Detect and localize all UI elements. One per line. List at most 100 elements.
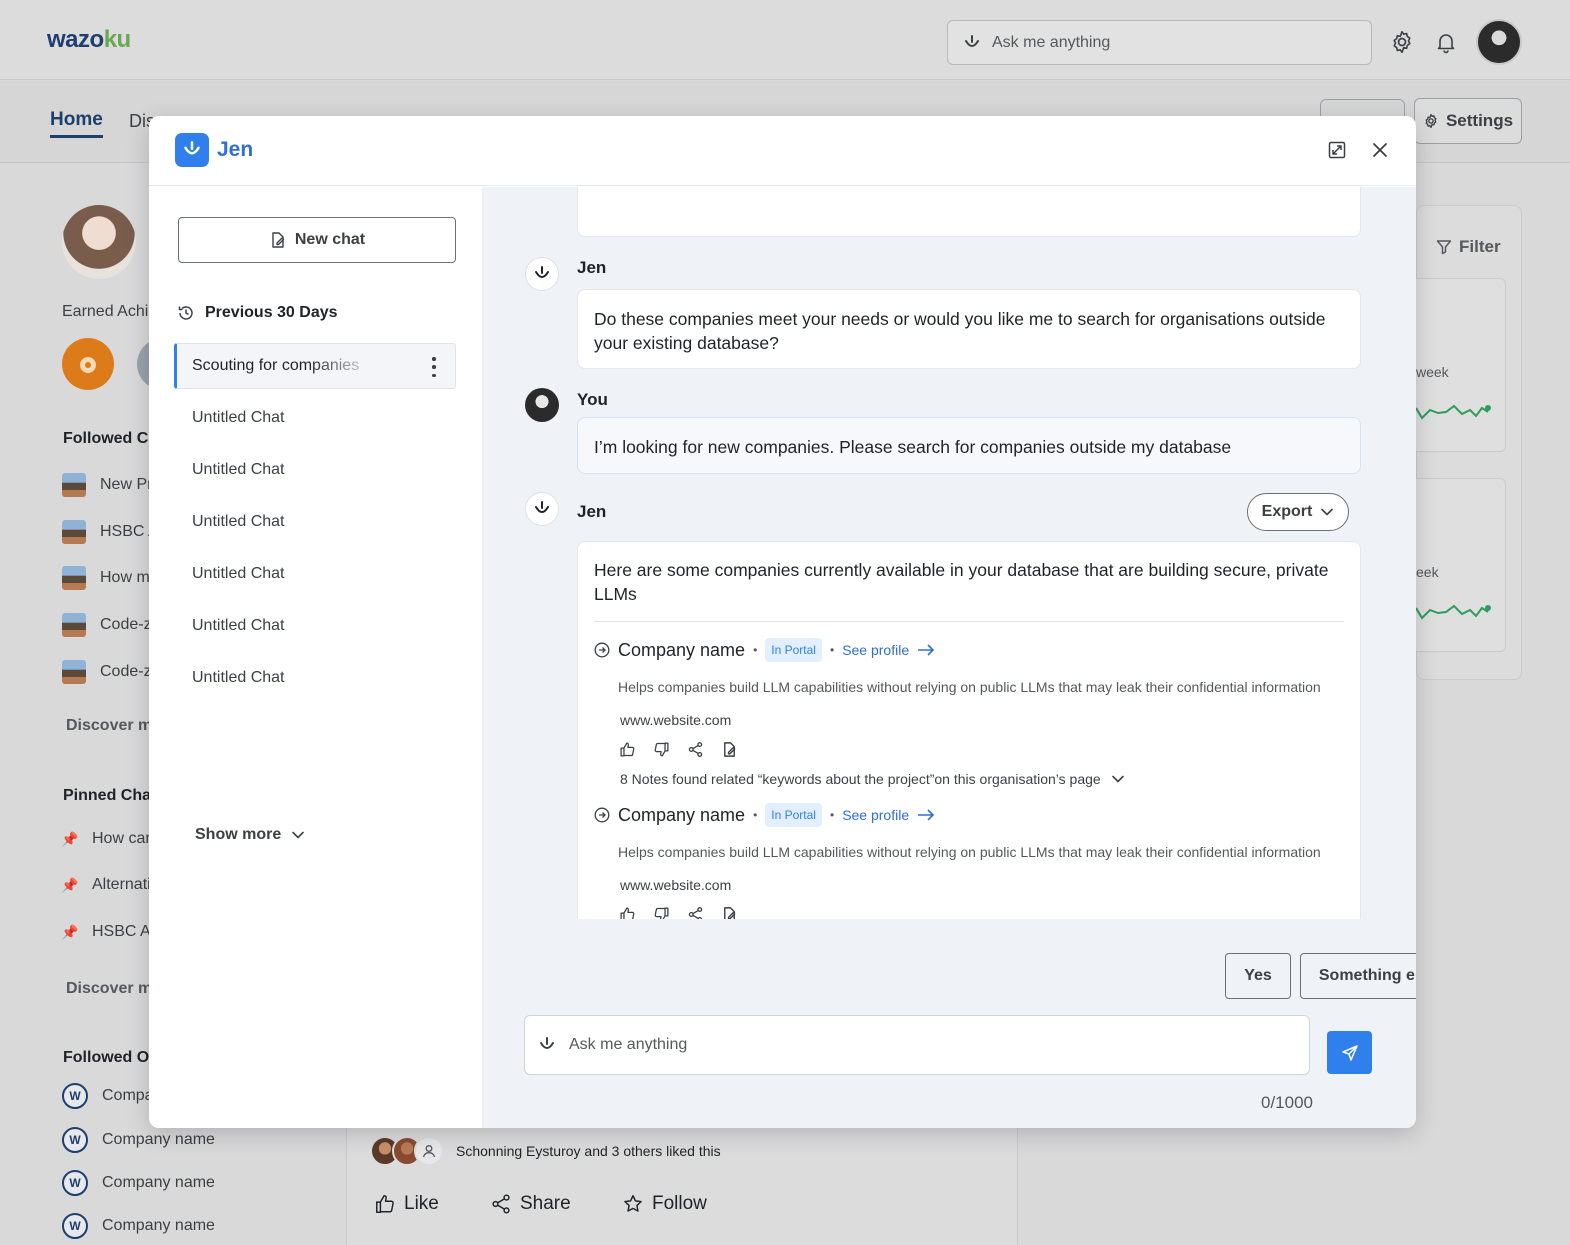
notes-found-toggle[interactable]: 8 Notes found related “keywords about th…	[620, 771, 1125, 787]
share-icon	[492, 1194, 510, 1214]
arrow-right-icon	[918, 809, 935, 821]
quick-reply-something-else[interactable]: Something else	[1300, 953, 1416, 999]
new-chat-icon	[272, 232, 285, 248]
chevron-down-icon	[1321, 508, 1334, 516]
more-options-icon[interactable]	[431, 357, 437, 377]
send-button[interactable]	[1327, 1031, 1372, 1074]
arrow-right-icon	[918, 644, 935, 656]
jen-logo-icon	[175, 133, 209, 167]
user-avatar[interactable]	[1476, 19, 1522, 65]
discover-more-link[interactable]: Discover m	[66, 980, 152, 998]
export-button[interactable]: Export	[1247, 493, 1349, 531]
company-description: Helps companies build LLM capabilities w…	[618, 844, 1321, 860]
separator-dot: •	[829, 643, 835, 657]
followed-challenge-item[interactable]: HSBC A	[62, 520, 159, 544]
arrow-circle-icon	[594, 642, 610, 658]
discover-more-link[interactable]: Discover m	[66, 717, 152, 735]
company-name[interactable]: Company name	[618, 640, 745, 661]
close-icon[interactable]	[1369, 139, 1393, 163]
thumbs-up-icon[interactable]	[618, 740, 636, 758]
company-description: Helps companies build LLM capabilities w…	[618, 679, 1321, 695]
thumbs-down-icon[interactable]	[652, 905, 670, 919]
org-logo-icon: W	[62, 1083, 88, 1109]
character-counter: 0/1000	[1261, 1093, 1313, 1112]
earned-achievements-label: Earned Achi	[62, 303, 149, 320]
quick-reply-yes[interactable]: Yes	[1225, 953, 1291, 999]
chat-item[interactable]: Untitled Chat	[192, 513, 285, 531]
wazoku-logo[interactable]: wazoku	[47, 26, 131, 54]
share-icon[interactable]	[686, 905, 704, 919]
followed-orgs-heading: Followed O	[63, 1049, 150, 1066]
new-chat-button[interactable]: New chat	[178, 217, 456, 263]
show-more-button[interactable]: Show more	[195, 826, 305, 844]
arrow-circle-icon	[594, 807, 610, 823]
pinned-chat-item[interactable]: 📌 How can	[61, 830, 154, 848]
like-button[interactable]: Like	[374, 1193, 439, 1215]
likers-avatars[interactable]	[370, 1136, 444, 1166]
add-note-icon[interactable]	[720, 740, 738, 758]
gear-icon[interactable]	[1388, 28, 1416, 56]
chevron-down-icon	[1111, 775, 1124, 783]
jen-chat-modal: Jen New chat Previous 30 Days Scouting f…	[149, 116, 1416, 1128]
share-button[interactable]: Share	[490, 1193, 571, 1215]
org-logo-icon: W	[62, 1213, 88, 1239]
chevron-down-icon	[292, 831, 305, 839]
bell-icon[interactable]	[1432, 28, 1460, 56]
chat-item[interactable]: Untitled Chat	[192, 617, 285, 635]
share-icon[interactable]	[686, 740, 704, 758]
company-actions	[618, 905, 738, 919]
followed-challenge-item[interactable]: New Pr	[62, 473, 152, 497]
chat-item[interactable]: Untitled Chat	[192, 565, 285, 583]
jen-avatar-icon	[525, 257, 559, 291]
message-sender-name: Jen	[577, 258, 607, 277]
thumbs-up-icon[interactable]	[618, 905, 636, 919]
company-name[interactable]: Company name	[618, 805, 745, 826]
chat-item[interactable]: Untitled Chat	[192, 461, 285, 479]
followed-challenge-item[interactable]: How m	[62, 566, 150, 590]
nav-home-tab[interactable]: Home	[50, 109, 103, 138]
settings-button[interactable]: Settings	[1414, 98, 1522, 144]
company-actions	[618, 740, 738, 758]
chat-item-active[interactable]: Scouting for companies	[174, 343, 456, 389]
pinned-chat-item[interactable]: 📌 Alternati	[61, 876, 150, 894]
achievement-medal[interactable]	[62, 338, 114, 390]
gear-icon	[1425, 114, 1437, 128]
see-profile-link[interactable]: See profile	[842, 642, 935, 658]
bot-results-bubble: Here are some companies currently availa…	[577, 541, 1361, 919]
global-search-input[interactable]: Ask me anything	[947, 20, 1372, 65]
follow-button[interactable]: Follow	[622, 1193, 707, 1215]
challenge-thumbnail	[62, 520, 86, 544]
pinned-chats-heading: Pinned Cha	[63, 787, 152, 804]
chat-item[interactable]: Untitled Chat	[192, 409, 285, 427]
followed-challenge-item[interactable]: Code-z	[62, 613, 152, 637]
modal-title: Jen	[217, 138, 254, 161]
followed-challenge-item[interactable]: Code-z	[62, 660, 152, 684]
company-result: Company name • In Portal • See profile H…	[594, 638, 1354, 798]
new-chat-label: New chat	[294, 231, 366, 248]
chat-item[interactable]: Untitled Chat	[192, 669, 285, 687]
company-website[interactable]: www.website.com	[620, 877, 731, 893]
company-website[interactable]: www.website.com	[620, 712, 731, 728]
sparkline	[1416, 604, 1491, 620]
followed-org-item[interactable]: W Company name	[62, 1127, 215, 1153]
history-section-heading: Previous 30 Days	[177, 304, 338, 322]
separator-dot: •	[753, 643, 758, 657]
filter-button[interactable]: Filter	[1436, 237, 1501, 257]
org-logo-icon: W	[62, 1127, 88, 1153]
challenge-thumbnail	[62, 473, 86, 497]
separator-dot: •	[753, 808, 758, 822]
followed-org-item[interactable]: W Company name	[62, 1213, 215, 1239]
thumbs-down-icon[interactable]	[652, 740, 670, 758]
add-note-icon[interactable]	[720, 905, 738, 919]
global-search-placeholder: Ask me anything	[992, 33, 1111, 51]
expand-icon[interactable]	[1327, 140, 1349, 162]
chat-main-panel: Jen Do these companies meet your needs o…	[482, 187, 1416, 1128]
results-intro-text: Here are some companies currently availa…	[594, 560, 1329, 604]
followed-org-item[interactable]: W Compa	[62, 1083, 154, 1109]
followed-org-item[interactable]: W Company name	[62, 1170, 215, 1196]
chat-input-box[interactable]	[524, 1015, 1310, 1075]
pinned-chat-item[interactable]: 📌 HSBC As	[61, 923, 158, 941]
profile-avatar[interactable]	[62, 205, 136, 279]
chat-input[interactable]	[569, 1036, 1269, 1054]
see-profile-link[interactable]: See profile	[842, 807, 935, 823]
